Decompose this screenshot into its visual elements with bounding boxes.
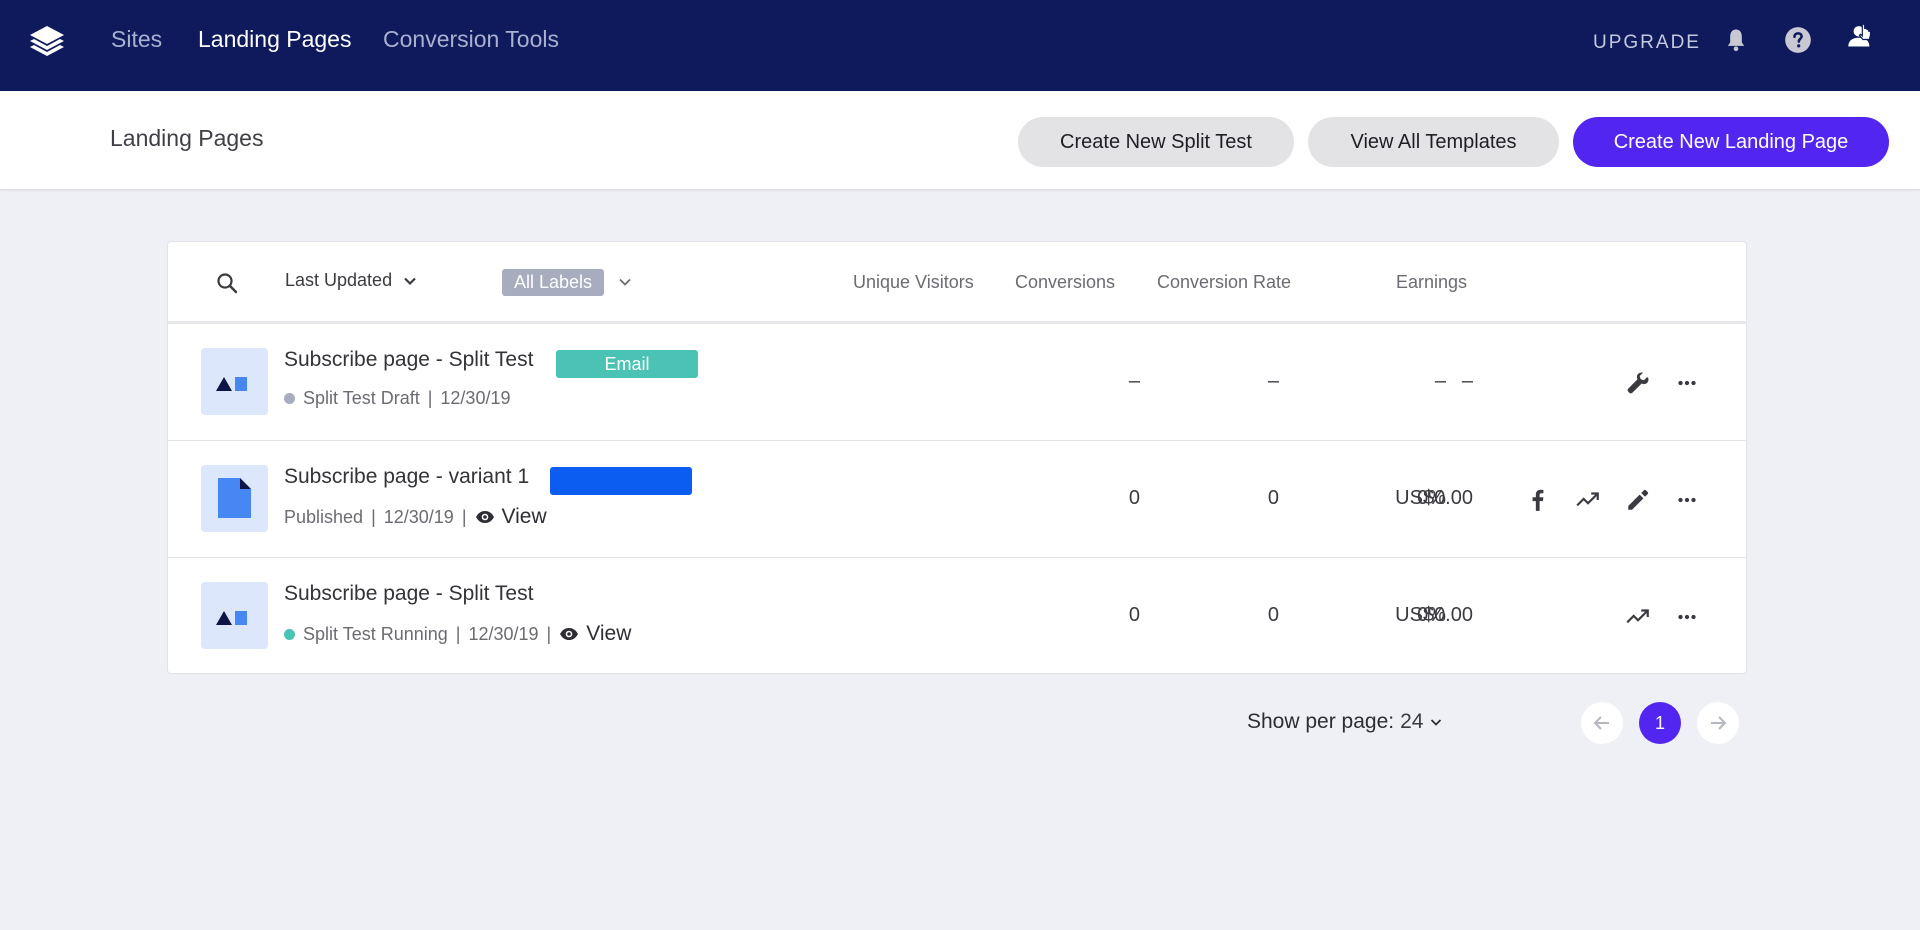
- labels-chevron-down-icon[interactable]: [617, 274, 633, 290]
- unique-visitors-value: 0: [1128, 604, 1140, 626]
- table-header: Last Updated All Labels Unique Visitors …: [168, 242, 1746, 324]
- stacked-layers-logo-icon[interactable]: [24, 24, 70, 60]
- page-document-icon: [218, 478, 251, 518]
- arrow-right-icon: [1711, 716, 1727, 730]
- trending-up-icon[interactable]: [1575, 487, 1601, 513]
- column-unique-visitors[interactable]: Unique Visitors: [853, 272, 974, 293]
- view-label: View: [586, 622, 632, 645]
- page-title-link[interactable]: Subscribe page - Split Test: [284, 348, 533, 372]
- upgrade-link[interactable]: UPGRADE: [1593, 32, 1701, 54]
- user-icon[interactable]: [1846, 22, 1874, 50]
- label-tag-email[interactable]: Email: [556, 350, 698, 378]
- chevron-down-icon: [404, 277, 416, 285]
- status-dot: [284, 628, 295, 640]
- status-text: Split Test Running: [303, 623, 448, 644]
- arrow-left-icon: [1593, 716, 1609, 730]
- nav-link-sites[interactable]: Sites: [111, 26, 162, 53]
- separator: |: [461, 506, 467, 527]
- eye-icon: [475, 511, 494, 523]
- per-page-dropdown[interactable]: Show per page: 24: [1247, 710, 1443, 734]
- wrench-icon[interactable]: [1625, 370, 1651, 396]
- more-icon[interactable]: [1674, 370, 1700, 396]
- view-page-link[interactable]: View: [475, 505, 547, 529]
- per-page-label: Show per page:: [1247, 710, 1395, 733]
- page-meta: Split Test Running | 12/30/19 | View: [284, 622, 631, 646]
- trending-up-icon[interactable]: [1625, 604, 1651, 630]
- sort-dropdown[interactable]: Last Updated: [285, 270, 418, 291]
- conversions-value: 0: [1267, 604, 1279, 626]
- split-test-icon: [216, 377, 247, 391]
- earnings-value: US$0.00: [1395, 604, 1473, 626]
- separator: |: [427, 388, 433, 408]
- table-row: Subscribe page - variant 1 Published | 1…: [168, 441, 1746, 558]
- table-row: Subscribe page - Split Test Email Split …: [168, 324, 1746, 441]
- earnings-value: –: [1461, 370, 1473, 392]
- updated-date: 12/30/19: [468, 623, 539, 644]
- status-text: Split Test Draft: [303, 388, 420, 408]
- help-icon[interactable]: [1784, 26, 1812, 54]
- conversion-rate-value: –: [1434, 370, 1446, 392]
- separator: |: [371, 506, 376, 527]
- view-page-link[interactable]: View: [559, 622, 631, 646]
- bell-icon[interactable]: [1722, 26, 1750, 54]
- create-split-test-button[interactable]: Create New Split Test: [1018, 117, 1294, 167]
- eye-icon: [560, 628, 579, 640]
- page-thumbnail[interactable]: [201, 582, 268, 649]
- nav-link-landing-pages[interactable]: Landing Pages: [198, 26, 351, 53]
- sort-label: Last Updated: [285, 270, 393, 290]
- separator: |: [455, 623, 461, 644]
- page-meta: Published | 12/30/19 | View: [284, 505, 547, 529]
- page-meta: Split Test Draft | 12/30/19: [284, 388, 510, 409]
- page-button-current[interactable]: 1: [1639, 702, 1681, 744]
- status-text: Published: [284, 506, 364, 527]
- next-page-button[interactable]: [1697, 702, 1739, 744]
- conversions-value: –: [1267, 370, 1279, 392]
- unique-visitors-value: 0: [1128, 487, 1140, 509]
- create-landing-page-button[interactable]: Create New Landing Page: [1573, 117, 1889, 167]
- search-icon[interactable]: [216, 272, 238, 294]
- page-thumbnail[interactable]: [201, 348, 268, 415]
- status-dot: [284, 393, 295, 404]
- more-icon[interactable]: [1674, 487, 1700, 513]
- previous-page-button[interactable]: [1581, 702, 1623, 744]
- updated-date: 12/30/19: [440, 388, 511, 408]
- labels-filter[interactable]: All Labels: [502, 269, 605, 296]
- view-label: View: [501, 505, 547, 528]
- page-header: Landing Pages Create New Split Test View…: [0, 91, 1920, 190]
- chevron-down-icon: [1431, 719, 1442, 726]
- updated-date: 12/30/19: [383, 506, 454, 527]
- nav-link-conversion-tools[interactable]: Conversion Tools: [383, 26, 559, 53]
- facebook-icon[interactable]: [1525, 487, 1551, 513]
- column-conversion-rate[interactable]: Conversion Rate: [1157, 272, 1291, 293]
- unique-visitors-value: –: [1128, 370, 1140, 392]
- view-all-templates-button[interactable]: View All Templates: [1308, 117, 1559, 167]
- more-icon[interactable]: [1674, 604, 1700, 630]
- landing-pages-table: Last Updated All Labels Unique Visitors …: [167, 241, 1747, 674]
- top-navigation: Sites Landing Pages Conversion Tools UPG…: [0, 0, 1920, 91]
- conversions-value: 0: [1267, 487, 1279, 509]
- page-thumbnail[interactable]: [201, 465, 268, 532]
- page-title: Landing Pages: [110, 125, 264, 151]
- earnings-value: US$0.00: [1395, 487, 1473, 509]
- per-page-value: 24: [1400, 710, 1424, 733]
- separator: |: [546, 623, 552, 644]
- label-tag[interactable]: [550, 467, 692, 495]
- column-conversions[interactable]: Conversions: [1015, 272, 1115, 293]
- column-earnings[interactable]: Earnings: [1396, 272, 1467, 293]
- pencil-icon[interactable]: [1625, 487, 1651, 513]
- table-row: Subscribe page - Split Test Split Test R…: [168, 558, 1746, 675]
- split-test-icon: [216, 611, 247, 625]
- page-title-link[interactable]: Subscribe page - variant 1: [284, 465, 529, 489]
- page-title-link[interactable]: Subscribe page - Split Test: [284, 582, 533, 606]
